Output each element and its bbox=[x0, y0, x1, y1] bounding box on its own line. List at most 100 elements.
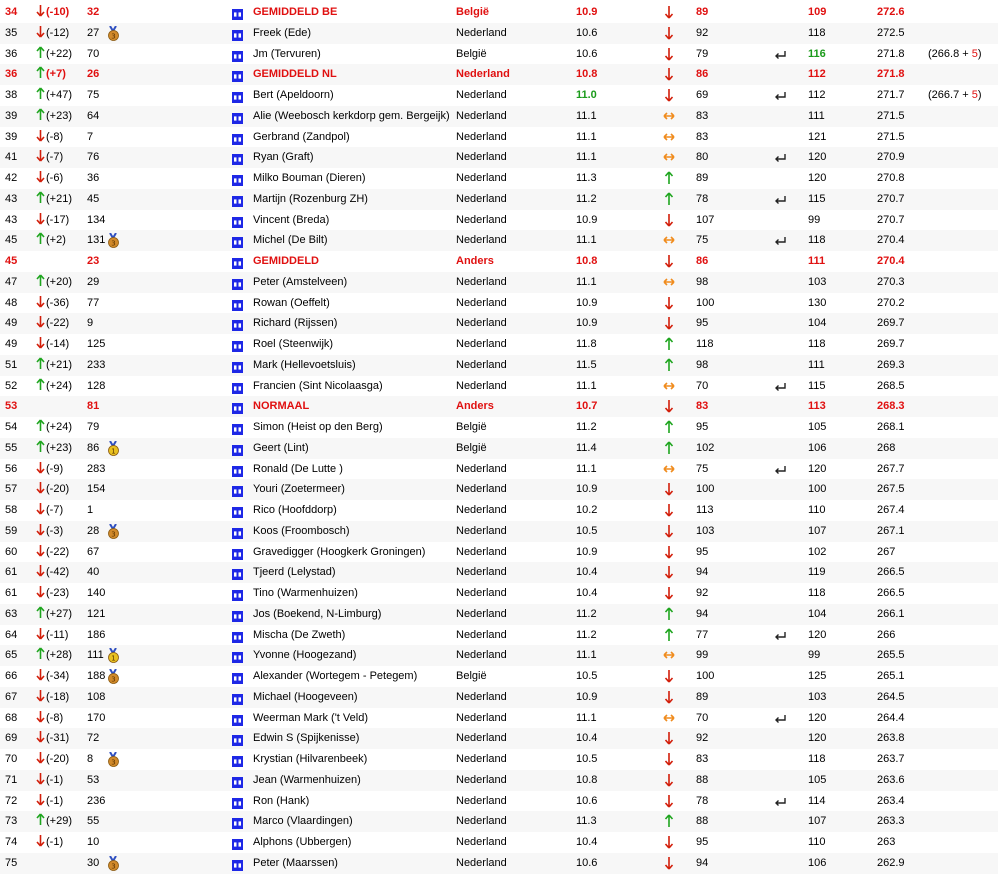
player-name[interactable]: Edwin S (Spijkenisse) bbox=[253, 728, 359, 748]
flag-icon[interactable] bbox=[232, 277, 243, 290]
flag-icon[interactable] bbox=[232, 111, 243, 124]
flag-icon[interactable] bbox=[232, 484, 243, 498]
flag-icon[interactable] bbox=[232, 505, 243, 518]
value-cell: 92 bbox=[696, 587, 709, 599]
medal-3-icon: 3 bbox=[107, 855, 120, 871]
player-name[interactable]: Gravedigger (Hoogkerk Groningen) bbox=[253, 542, 425, 562]
flag-icon[interactable] bbox=[232, 526, 243, 539]
trend-value: (-8) bbox=[46, 711, 64, 724]
flag-icon[interactable] bbox=[232, 401, 243, 415]
flag-icon[interactable] bbox=[232, 49, 243, 62]
value-cell: 94 bbox=[696, 607, 709, 620]
player-name[interactable]: Bert (Apeldoorn) bbox=[253, 85, 334, 105]
flag-icon[interactable] bbox=[232, 796, 243, 809]
average-row: 45 23 GEMIDDELD Anders 10.8 86 111 270.4 bbox=[0, 251, 998, 272]
trend-value: (+23) bbox=[46, 441, 72, 454]
player-name[interactable]: Alie (Weebosch kerkdorp gem. Bergeijk) bbox=[253, 106, 450, 126]
flag-icon[interactable] bbox=[232, 381, 243, 394]
flag-icon[interactable] bbox=[232, 360, 243, 373]
player-name[interactable]: Mischa (De Zweth) bbox=[253, 625, 345, 645]
value-cell-2: 113 bbox=[808, 400, 826, 413]
player-name[interactable]: Tjeerd (Lelystad) bbox=[253, 562, 336, 582]
player-name[interactable]: Michel (De Bilt) bbox=[253, 230, 328, 250]
player-name[interactable]: Gerbrand (Zandpol) bbox=[253, 127, 350, 147]
previous-rank-cell: 8 bbox=[87, 753, 94, 765]
player-name[interactable]: Jean (Warmenhuizen) bbox=[253, 770, 361, 790]
flag-icon[interactable] bbox=[232, 713, 243, 726]
flag-icon[interactable] bbox=[232, 256, 243, 269]
trend-value: (-14) bbox=[46, 338, 70, 350]
flag-icon[interactable] bbox=[232, 754, 243, 767]
player-name[interactable]: Vincent (Breda) bbox=[253, 210, 329, 230]
flag-icon[interactable] bbox=[232, 132, 243, 145]
player-name[interactable]: Ryan (Graft) bbox=[253, 147, 314, 167]
player-name[interactable]: Peter (Maarssen) bbox=[253, 853, 338, 873]
flag-icon[interactable] bbox=[232, 173, 243, 186]
player-name[interactable]: Mark (Hellevoetsluis) bbox=[253, 355, 356, 375]
return-icon bbox=[773, 629, 787, 641]
player-name[interactable]: Youri (Zoetermeer) bbox=[253, 479, 345, 499]
player-name[interactable]: Alphons (Ubbergen) bbox=[253, 832, 351, 852]
flag-icon[interactable] bbox=[232, 464, 243, 477]
player-name[interactable]: Ron (Hank) bbox=[253, 791, 309, 811]
player-name[interactable]: Roel (Steenwijk) bbox=[253, 334, 333, 354]
flag-icon[interactable] bbox=[232, 422, 243, 435]
player-name[interactable]: Geert (Lint) bbox=[253, 438, 309, 458]
flag-icon[interactable] bbox=[232, 318, 243, 332]
player-name[interactable]: Alexander (Wortegem - Petegem) bbox=[253, 666, 417, 686]
previous-rank-cell: 170 bbox=[87, 711, 106, 724]
player-name[interactable]: Peter (Amstelveen) bbox=[253, 272, 347, 292]
value-cell: 83 bbox=[696, 400, 709, 413]
player-name[interactable]: Freek (Ede) bbox=[253, 23, 311, 43]
player-name[interactable]: Rowan (Oeffelt) bbox=[253, 293, 330, 313]
player-name[interactable]: Rico (Hoofddorp) bbox=[253, 500, 337, 520]
flag-icon[interactable] bbox=[232, 547, 243, 560]
flag-icon[interactable] bbox=[232, 567, 243, 581]
player-name[interactable]: Yvonne (Hoogezand) bbox=[253, 645, 356, 665]
player-name[interactable]: Martijn (Rozenburg ZH) bbox=[253, 189, 368, 209]
player-name[interactable]: Jos (Boekend, N-Limburg) bbox=[253, 604, 381, 624]
flag-icon[interactable] bbox=[232, 215, 243, 228]
flag-icon[interactable] bbox=[232, 443, 243, 456]
flag-icon[interactable] bbox=[232, 588, 243, 601]
flag-icon[interactable] bbox=[232, 775, 243, 788]
flag-icon[interactable] bbox=[232, 837, 243, 850]
flag-icon[interactable] bbox=[232, 671, 243, 684]
value-cell-2: 118 bbox=[808, 26, 826, 39]
flag-icon[interactable] bbox=[232, 194, 243, 207]
player-name[interactable]: Ronald (De Lutte ) bbox=[253, 459, 343, 479]
player-name[interactable]: Jm (Tervuren) bbox=[253, 44, 321, 64]
value-cell: 92 bbox=[696, 732, 709, 745]
player-name[interactable]: Koos (Froombosch) bbox=[253, 521, 350, 541]
flag-icon[interactable] bbox=[232, 609, 243, 622]
player-name[interactable]: Weerman Mark ('t Veld) bbox=[253, 708, 368, 728]
flag-icon[interactable] bbox=[232, 69, 243, 83]
flag-icon[interactable] bbox=[232, 816, 243, 830]
value-cell: 89 bbox=[696, 690, 709, 703]
player-name[interactable]: Marco (Vlaardingen) bbox=[253, 811, 353, 831]
player-name[interactable]: Krystian (Hilvarenbeek) bbox=[253, 749, 367, 769]
previous-rank-cell: 26 bbox=[87, 68, 100, 81]
rank-cell: 55 bbox=[5, 441, 18, 454]
flag-icon[interactable] bbox=[232, 28, 243, 41]
player-name[interactable]: Michael (Hoogeveen) bbox=[253, 687, 358, 707]
flag-icon[interactable] bbox=[232, 235, 243, 249]
player-name[interactable]: Francien (Sint Nicolaasga) bbox=[253, 376, 383, 396]
flag-icon[interactable] bbox=[232, 858, 243, 871]
flag-icon[interactable] bbox=[232, 733, 243, 747]
table-row: 65 (+28) 111 1 Yvonne (Hoogezand) Nederland 11… bbox=[0, 645, 998, 666]
flag-icon[interactable] bbox=[232, 298, 243, 311]
flag-icon[interactable] bbox=[232, 90, 243, 103]
flag-icon[interactable] bbox=[232, 692, 243, 705]
table-row: 35 (-12) 27 3 Freek (Ede) Nederland 10.6 92 118 2… bbox=[0, 22, 998, 44]
player-name[interactable]: Milko Bouman (Dieren) bbox=[253, 168, 365, 188]
flag-icon[interactable] bbox=[232, 630, 243, 643]
flag-icon[interactable] bbox=[232, 7, 243, 20]
flag-icon[interactable] bbox=[232, 152, 243, 166]
flag-icon[interactable] bbox=[232, 650, 243, 664]
flag-icon[interactable] bbox=[232, 339, 243, 352]
player-name[interactable]: Simon (Heist op den Berg) bbox=[253, 417, 383, 437]
total-cell: 270.9 bbox=[877, 151, 905, 164]
player-name[interactable]: Richard (Rijssen) bbox=[253, 313, 337, 333]
player-name[interactable]: Tino (Warmenhuizen) bbox=[253, 583, 358, 603]
